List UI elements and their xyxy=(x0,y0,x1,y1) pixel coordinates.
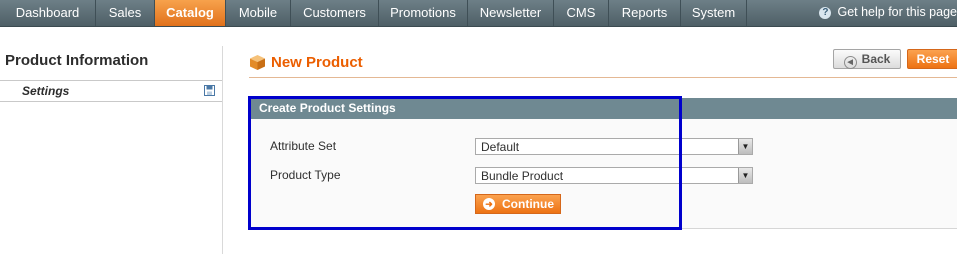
nav-catalog[interactable]: Catalog xyxy=(155,0,226,26)
back-label: Back xyxy=(861,52,891,66)
sidebar-title: Product Information xyxy=(5,52,149,69)
help-link[interactable]: ? Get help for this page xyxy=(819,0,957,26)
chevron-down-icon: ▼ xyxy=(738,168,752,183)
nav-dashboard[interactable]: Dashboard xyxy=(0,0,96,26)
highlight-box xyxy=(248,96,682,230)
nav-promotions[interactable]: Promotions xyxy=(379,0,468,26)
box-icon xyxy=(250,55,265,70)
nav-system[interactable]: System xyxy=(681,0,747,26)
nav-sales[interactable]: Sales xyxy=(96,0,155,26)
help-icon: ? xyxy=(819,6,832,19)
chevron-down-icon: ▼ xyxy=(738,139,752,154)
nav-cms[interactable]: CMS xyxy=(554,0,609,26)
save-icon xyxy=(204,85,215,96)
sidebar-divider xyxy=(222,46,223,254)
nav-customers[interactable]: Customers xyxy=(291,0,379,26)
nav-newsletter[interactable]: Newsletter xyxy=(468,0,554,26)
back-arrow-icon: ◀ xyxy=(843,56,857,69)
top-nav: Dashboard Sales Catalog Mobile Customers… xyxy=(0,0,957,27)
nav-mobile[interactable]: Mobile xyxy=(226,0,291,26)
reset-button[interactable]: Reset xyxy=(907,49,957,69)
sidebar-item-settings[interactable]: Settings xyxy=(0,80,222,102)
title-divider xyxy=(249,77,957,78)
nav-reports[interactable]: Reports xyxy=(609,0,681,26)
back-button[interactable]: ◀ Back xyxy=(833,49,901,69)
sidebar-item-label: Settings xyxy=(22,84,70,98)
page-title: New Product xyxy=(271,54,363,71)
help-label: Get help for this page xyxy=(837,5,957,19)
